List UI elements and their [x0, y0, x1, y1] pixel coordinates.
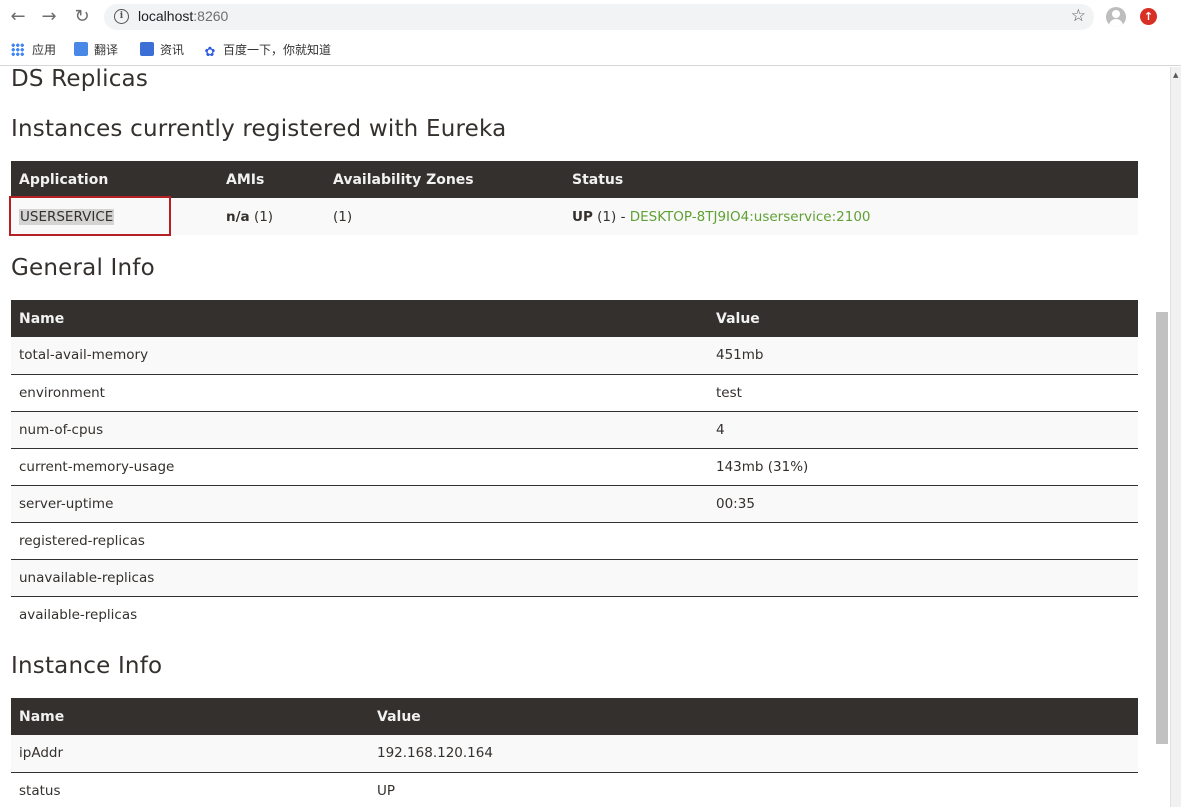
zones-cell: (1) — [325, 198, 564, 235]
news-icon — [140, 42, 154, 56]
table-row: unavailable-replicas — [11, 558, 1138, 596]
instances-table: Application AMIs Availability Zones Stat… — [11, 161, 1138, 235]
table-row: environment test — [11, 373, 1138, 411]
bookmark-baidu[interactable]: ✿ 百度一下，你就知道 — [203, 42, 331, 59]
column-header: Availability Zones — [325, 161, 564, 198]
baidu-paw-icon: ✿ — [204, 44, 216, 59]
bookmark-translate[interactable]: 翻译 — [74, 42, 118, 58]
value-cell: 00:35 — [708, 484, 1138, 522]
scroll-up-arrow-icon[interactable]: ▲ — [1173, 71, 1178, 79]
bookmark-star-icon[interactable]: ☆ — [1071, 6, 1086, 26]
column-header: AMIs — [218, 161, 325, 198]
apps-grid-icon — [11, 43, 24, 56]
column-header: Name — [11, 300, 708, 337]
column-header: Status — [564, 161, 1138, 198]
general-info-heading: General Info — [11, 255, 155, 281]
address-url[interactable]: localhost:8260 — [138, 8, 228, 24]
name-cell: ipAddr — [11, 735, 369, 772]
value-cell: 143mb (31%) — [708, 447, 1138, 485]
table-row: total-avail-memory 451mb — [11, 337, 1138, 374]
translate-icon — [74, 42, 88, 56]
page-viewport: DS Replicas Instances currently register… — [0, 67, 1170, 807]
value-cell: 451mb — [708, 337, 1138, 374]
bookmark-apps[interactable]: 应用 — [11, 42, 56, 58]
column-header: Application — [11, 161, 218, 198]
table-row: server-uptime 00:35 — [11, 484, 1138, 522]
forward-arrow-icon[interactable]: → — [39, 7, 59, 27]
account-avatar-icon[interactable] — [1106, 7, 1126, 27]
table-row: status UP — [11, 771, 1138, 807]
back-arrow-icon[interactable]: ← — [8, 7, 28, 27]
table-header-row: Application AMIs Availability Zones Stat… — [11, 161, 1138, 198]
amis-cell: n/a (1) — [218, 198, 325, 235]
table-row: ipAddr 192.168.120.164 — [11, 735, 1138, 772]
value-cell: UP — [369, 771, 1138, 807]
column-header: Value — [708, 300, 1138, 337]
browser-toolbar: ← → ↻ i localhost:8260 ☆ ↑ — [0, 0, 1181, 34]
value-cell — [708, 558, 1138, 596]
name-cell: server-uptime — [11, 484, 708, 522]
value-cell: test — [708, 373, 1138, 411]
table-row: available-replicas — [11, 595, 1138, 633]
instance-link[interactable]: DESKTOP-8TJ9IO4:userservice:2100 — [630, 209, 871, 225]
table-header-row: Name Value — [11, 698, 1138, 735]
bookmark-news[interactable]: 资讯 — [140, 42, 184, 58]
status-cell: UP (1) - DESKTOP-8TJ9IO4:userservice:210… — [564, 198, 1138, 235]
name-cell: total-avail-memory — [11, 337, 708, 374]
highlight-box — [9, 196, 171, 236]
value-cell — [708, 595, 1138, 633]
scrollbar-track[interactable]: ▲ — [1170, 67, 1181, 807]
value-cell: 4 — [708, 410, 1138, 448]
table-row: registered-replicas — [11, 521, 1138, 559]
instance-info-heading: Instance Info — [11, 653, 163, 679]
name-cell: environment — [11, 373, 708, 411]
name-cell: num-of-cpus — [11, 410, 708, 448]
table-row: current-memory-usage 143mb (31%) — [11, 447, 1138, 485]
instance-info-table: Name Value ipAddr 192.168.120.164 status U… — [11, 698, 1138, 807]
update-icon[interactable]: ↑ — [1140, 8, 1157, 25]
name-cell: unavailable-replicas — [11, 558, 708, 596]
ds-replicas-heading: DS Replicas — [11, 67, 149, 92]
instances-heading: Instances currently registered with Eure… — [11, 116, 507, 142]
address-bar[interactable]: i localhost:8260 ☆ — [104, 4, 1094, 30]
info-icon[interactable]: i — [114, 9, 129, 24]
value-cell — [708, 521, 1138, 559]
table-header-row: Name Value — [11, 300, 1138, 337]
column-header: Name — [11, 698, 369, 735]
reload-icon[interactable]: ↻ — [72, 7, 92, 27]
column-header: Value — [369, 698, 1138, 735]
general-info-table: Name Value total-avail-memory 451mb envir… — [11, 300, 1138, 633]
scrollbar-thumb[interactable] — [1156, 312, 1168, 744]
name-cell: registered-replicas — [11, 521, 708, 559]
name-cell: available-replicas — [11, 595, 708, 633]
table-row: num-of-cpus 4 — [11, 410, 1138, 448]
name-cell: current-memory-usage — [11, 447, 708, 485]
name-cell: status — [11, 771, 369, 807]
table-row: USERSERVICE n/a (1) (1) UP (1) - DESKTOP… — [11, 198, 1138, 235]
value-cell: 192.168.120.164 — [369, 735, 1138, 772]
bookmarks-bar: 应用 翻译 资讯 ✿ 百度一下，你就知道 — [0, 34, 1181, 66]
